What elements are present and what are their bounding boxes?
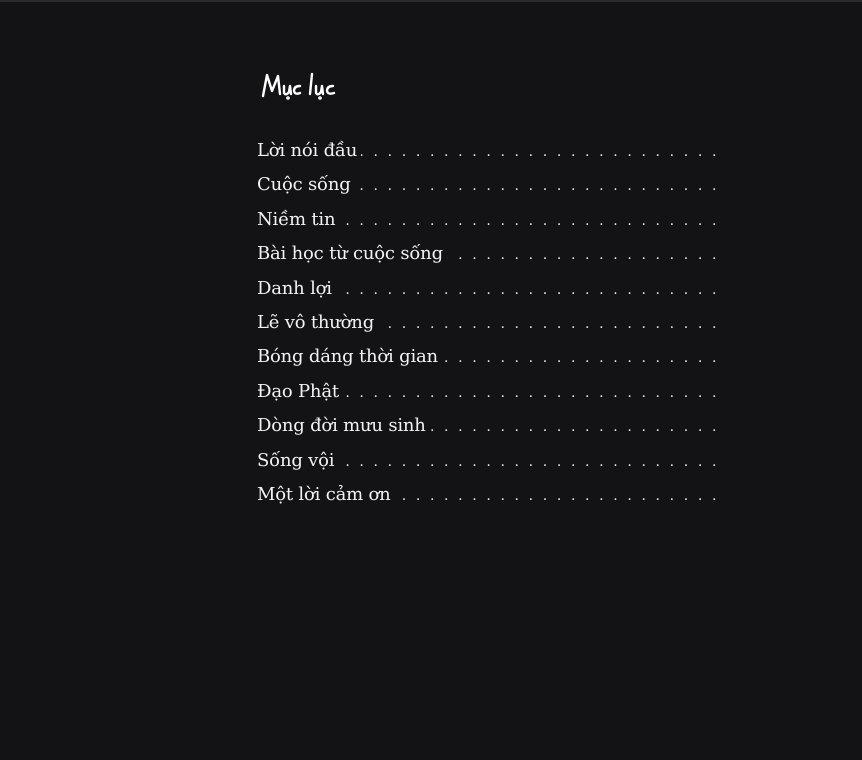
dot-leader: . . . . . . . . . . . . . . . . . . . . … [343,384,719,401]
dot-leader: . . . . . . . . . . . . . . . . . . . . … [378,315,719,332]
toc-item[interactable]: Một lời cảm ơn . . . . . . . . . . . . .… [257,484,719,518]
toc-item[interactable]: Đạo Phật . . . . . . . . . . . . . . . .… [257,381,719,415]
toc-item-label: Cuộc sống [257,174,351,196]
toc-item[interactable]: Dòng đời mưu sinh . . . . . . . . . . . … [257,415,719,449]
toc-item-label: Lẽ vô thường [257,311,375,333]
toc-item-label: Dòng đời mưu sinh [257,415,426,437]
toc-item[interactable]: Lời nói đầu . . . . . . . . . . . . . . … [257,140,719,174]
toc-item[interactable]: Niềm tin . . . . . . . . . . . . . . . .… [257,209,719,243]
toc-item-label: Niềm tin [257,208,336,230]
toc-item-label: Bài học từ cuộc sống [257,243,443,265]
dot-leader: . . . . . . . . . . . . . . . . . . . . … [361,144,719,160]
toc-item[interactable]: Bài học từ cuộc sống . . . . . . . . . .… [257,243,719,277]
dot-leader: . . . . . . . . . . . . . . . . . . . . … [338,453,719,470]
toc-item[interactable]: Lẽ vô thường . . . . . . . . . . . . . .… [257,312,719,346]
toc-item-label: Danh lợi [257,277,332,299]
toc-item[interactable]: Bóng dáng thời gian . . . . . . . . . . … [257,346,719,380]
toc-item-label: Đạo Phật [257,380,339,402]
toc-item-label: Sống vội [257,449,335,471]
dot-leader: . . . . . . . . . . . . . . . . . . . . … [336,281,719,298]
handwritten-title-logo [261,72,336,100]
dot-leader: . . . . . . . . . . . . . . . . . . . . … [429,419,719,436]
dot-leader: . . . . . . . . . . . . . . . . . . . . … [447,247,719,264]
table-of-contents-page: Lời nói đầu . . . . . . . . . . . . . . … [257,66,719,518]
toc-item[interactable]: Sống vội . . . . . . . . . . . . . . . .… [257,450,719,484]
toc-item[interactable]: Danh lợi . . . . . . . . . . . . . . . .… [257,278,719,312]
dot-leader: . . . . . . . . . . . . . . . . . . . . … [339,212,719,229]
toc-item-label: Lời nói đầu [257,140,358,161]
top-edge-divider [0,0,862,2]
dot-leader: . . . . . . . . . . . . . . . . . . . . … [395,487,719,504]
dot-leader: . . . . . . . . . . . . . . . . . . . . … [442,350,719,367]
toc-list: Lời nói đầu . . . . . . . . . . . . . . … [257,140,719,518]
dot-leader: . . . . . . . . . . . . . . . . . . . . … [355,178,719,195]
toc-item[interactable]: Cuộc sống . . . . . . . . . . . . . . . … [257,174,719,208]
toc-item-label: Bóng dáng thời gian [257,346,438,368]
toc-item-label: Một lời cảm ơn [257,483,391,505]
